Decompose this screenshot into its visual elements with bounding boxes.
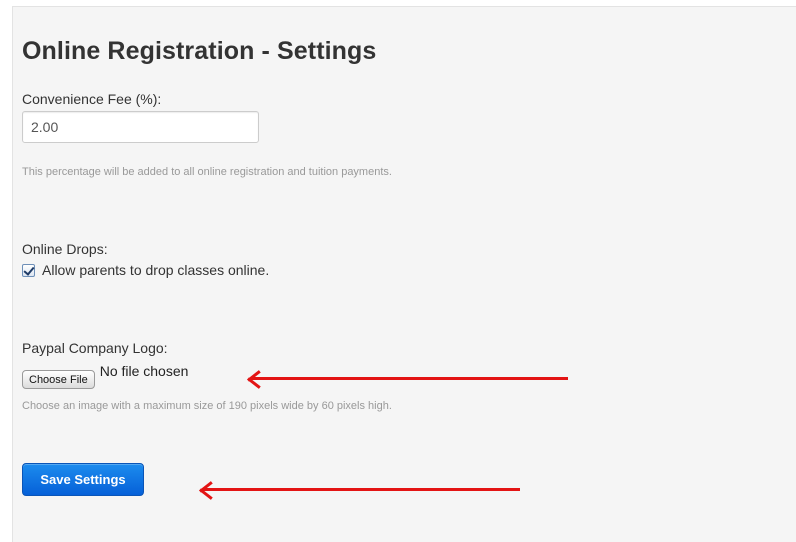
paypal-logo-help: Choose an image with a maximum size of 1… <box>22 400 392 412</box>
convenience-fee-help: This percentage will be added to all onl… <box>22 166 392 178</box>
online-drops-option[interactable]: Allow parents to drop classes online. <box>22 262 269 278</box>
page-title: Online Registration - Settings <box>22 37 377 65</box>
file-status-text: No file chosen <box>99 363 189 379</box>
save-settings-button[interactable]: Save Settings <box>22 463 144 496</box>
paypal-logo-label: Paypal Company Logo: <box>22 340 168 356</box>
convenience-fee-label: Convenience Fee (%): <box>22 91 162 107</box>
online-drops-checkbox[interactable] <box>22 263 35 277</box>
annotation-arrow-save-icon <box>202 488 520 491</box>
choose-file-button[interactable]: Choose File <box>22 370 95 389</box>
convenience-fee-input[interactable] <box>22 111 259 143</box>
online-drops-checkbox-label: Allow parents to drop classes online. <box>42 262 270 278</box>
annotation-arrow-file-icon <box>250 377 568 380</box>
online-drops-label: Online Drops: <box>22 241 108 257</box>
paypal-logo-file-picker: Choose File No file chosen <box>22 361 188 389</box>
